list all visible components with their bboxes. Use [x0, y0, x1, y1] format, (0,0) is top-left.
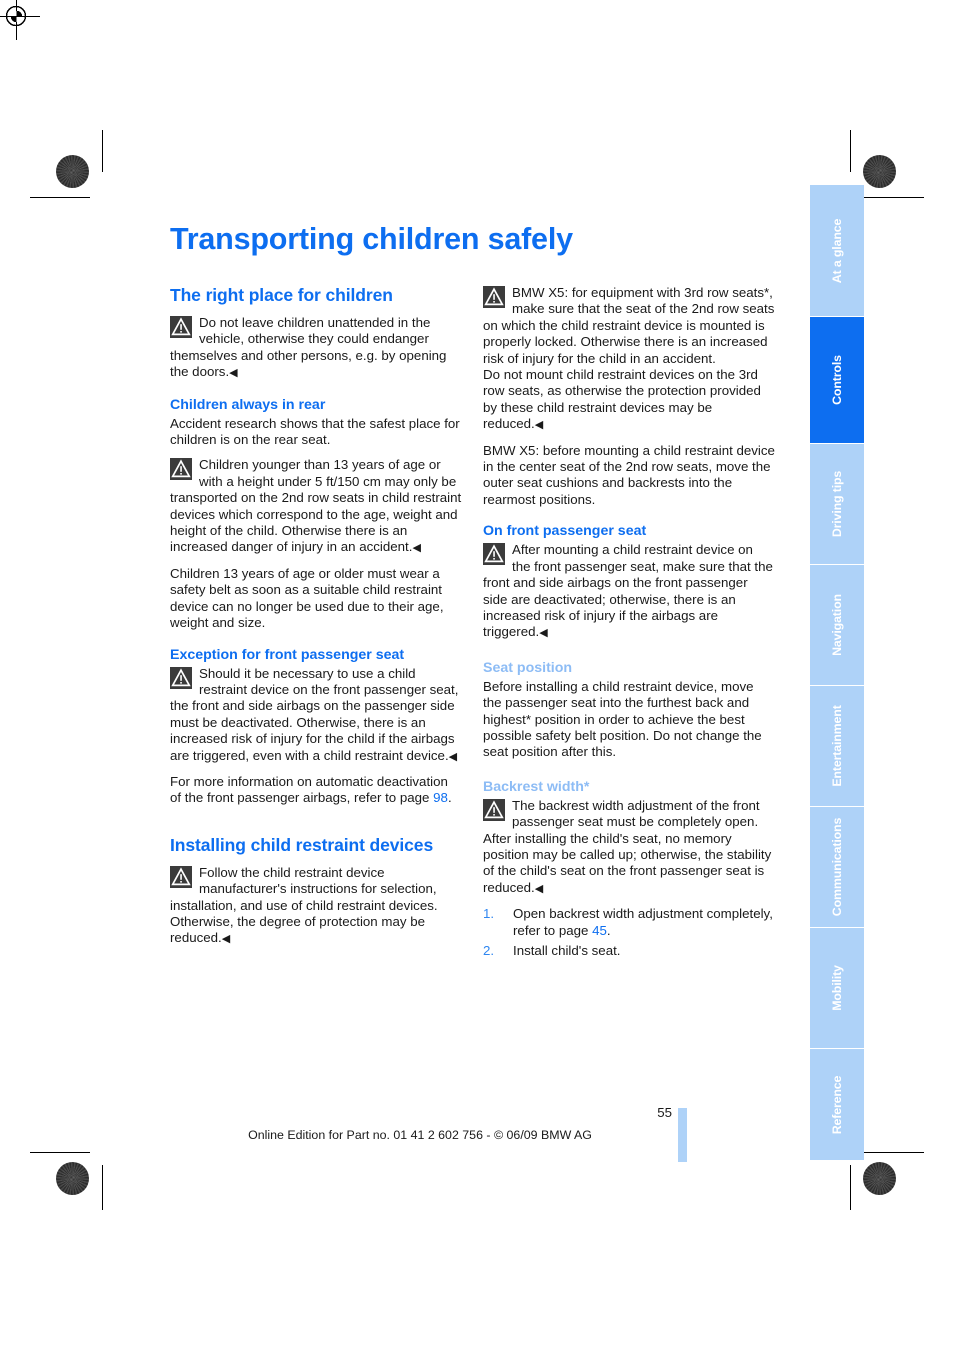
sidebar-tab-label: Driving tips	[830, 470, 844, 538]
step-text-after-link: .	[606, 922, 611, 938]
numbered-step-list: 1. Open backrest width adjustment complet…	[483, 906, 775, 959]
sidebar-tab-navigation[interactable]: Navigation	[810, 564, 864, 685]
sidebar-tab-reference[interactable]: Reference	[810, 1048, 864, 1160]
page-number: 55	[657, 1105, 672, 1120]
step-number: 2.	[483, 943, 495, 958]
end-marker-icon: ◀	[229, 367, 238, 380]
paragraph-seat-position: Before installing a child restraint devi…	[483, 678, 762, 760]
end-marker-icon: ◀	[534, 882, 544, 895]
warning-text-under-13: Children younger than 13 years of age or…	[170, 457, 462, 555]
paragraph-x5-center-seat: BMW X5: before mounting a child restrain…	[483, 442, 775, 507]
sidebar-tab-label: Reference	[830, 1075, 844, 1134]
sidebar-tab-mobility[interactable]: Mobility	[810, 927, 864, 1048]
sidebar-tab-label: Mobility	[830, 965, 844, 1011]
warning-triangle-icon	[170, 865, 192, 888]
sidebar-tab-controls[interactable]: Controls	[810, 316, 864, 443]
warning-triangle-icon	[483, 286, 505, 308]
end-marker-icon: ◀	[534, 419, 544, 432]
left-column: The right place for children Do not leav…	[170, 285, 462, 957]
heading-right-place-for-children: The right place for children	[170, 285, 393, 305]
warning-paragraph-after-mounting: After mounting a child restraint device …	[483, 542, 775, 641]
list-item: 2. Install child's seat.	[483, 943, 775, 959]
warning-paragraph-unattended: Do not leave children unattended in the …	[170, 315, 462, 382]
end-marker-icon: ◀	[221, 933, 231, 946]
warning-paragraph-backrest-width: The backrest width adjustment of the fro…	[483, 798, 775, 897]
step-text: Install child's seat.	[513, 943, 621, 958]
sidebar-tab-label: Communications	[830, 817, 844, 917]
sidebar-tab-label: At a glance	[830, 218, 844, 283]
paragraph-accident-research: Accident research shows that the safest …	[170, 415, 460, 448]
warning-triangle-icon	[170, 458, 192, 481]
warning-paragraph-under-13: Children younger than 13 years of age or…	[170, 457, 462, 556]
sidebar-tab-at-a-glance[interactable]: At a glance	[810, 185, 864, 316]
sidebar-tab-label: Entertainment	[830, 705, 844, 787]
right-column: BMW X5: for equipment with 3rd row seats…	[483, 285, 775, 963]
warning-text-manufacturer-instructions: Follow the child restraint device manufa…	[170, 864, 438, 946]
warning-triangle-icon	[170, 316, 192, 338]
subheading-children-always-in-rear: Children always in rear	[170, 396, 326, 413]
warning-paragraph-x5-3rd-row: BMW X5: for equipment with 3rd row seats…	[483, 285, 775, 367]
end-marker-icon: ◀	[412, 542, 421, 555]
warning-text-do-not-mount: Do not mount child restraint devices on …	[483, 367, 761, 432]
subheading-exception-front-passenger-seat: Exception for front passenger seat	[170, 646, 405, 663]
warning-paragraph-manufacturer-instructions: Follow the child restraint device manufa…	[170, 865, 462, 948]
subheading-seat-position: Seat position	[483, 659, 573, 676]
paragraph-more-info-deactivation: For more information on automatic deacti…	[170, 774, 462, 807]
warning-text-exception: Should it be necessary to use a child re…	[170, 665, 459, 763]
sidebar-tab-entertainment[interactable]: Entertainment	[810, 685, 864, 806]
sidebar-tab-label: Controls	[830, 355, 844, 405]
warning-text-unattended: Do not leave children unattended in the …	[170, 315, 447, 380]
paragraph-13-or-older: Children 13 years of age or older must w…	[170, 565, 444, 631]
sidebar-tab-driving-tips[interactable]: Driving tips	[810, 443, 864, 564]
page-edge-marker	[678, 1108, 687, 1162]
sidebar-tab-communications[interactable]: Communications	[810, 806, 864, 927]
warning-paragraph-exception: Should it be necessary to use a child re…	[170, 666, 462, 765]
warning-triangle-icon	[483, 543, 505, 566]
end-marker-icon: ◀	[448, 750, 458, 763]
paragraph-text-after-link: .	[447, 790, 452, 806]
subheading-backrest-width: Backrest width*	[483, 778, 590, 795]
warning-paragraph-do-not-mount-3rd-row: Do not mount child restraint devices on …	[483, 367, 775, 434]
page-reference-link-98[interactable]: 98	[433, 790, 448, 805]
page-reference-link-45[interactable]: 45	[592, 923, 607, 938]
end-marker-icon: ◀	[539, 627, 548, 640]
warning-triangle-icon	[483, 798, 505, 821]
subheading-on-front-passenger-seat: On front passenger seat	[483, 523, 647, 540]
heading-installing-child-restraint-devices: Installing child restraint devices	[170, 834, 434, 855]
paragraph-text-before-link: For more information on automatic deacti…	[170, 773, 448, 806]
step-number: 1.	[483, 906, 495, 922]
sidebar-tab-label: Navigation	[830, 594, 844, 656]
warning-triangle-icon	[170, 666, 192, 689]
warning-text-backrest-width: The backrest width adjustment of the fro…	[483, 797, 772, 895]
chapter-tab-sidebar: At a glance Controls Driving tips Naviga…	[810, 185, 864, 1160]
footer-imprint: Online Edition for Part no. 01 41 2 602 …	[248, 1128, 592, 1142]
page-title: Transporting children safely	[170, 222, 573, 256]
step-text-before-link: Open backrest width adjustment completel…	[513, 906, 773, 938]
list-item: 1. Open backrest width adjustment complet…	[483, 906, 775, 939]
printed-page: Transporting children safely The right p…	[0, 0, 954, 1350]
warning-text-x5-3rd-row: BMW X5: for equipment with 3rd row seats…	[483, 285, 775, 366]
warning-text-after-mounting: After mounting a child restraint device …	[483, 542, 773, 640]
page-content: Transporting children safely The right p…	[0, 0, 954, 1350]
